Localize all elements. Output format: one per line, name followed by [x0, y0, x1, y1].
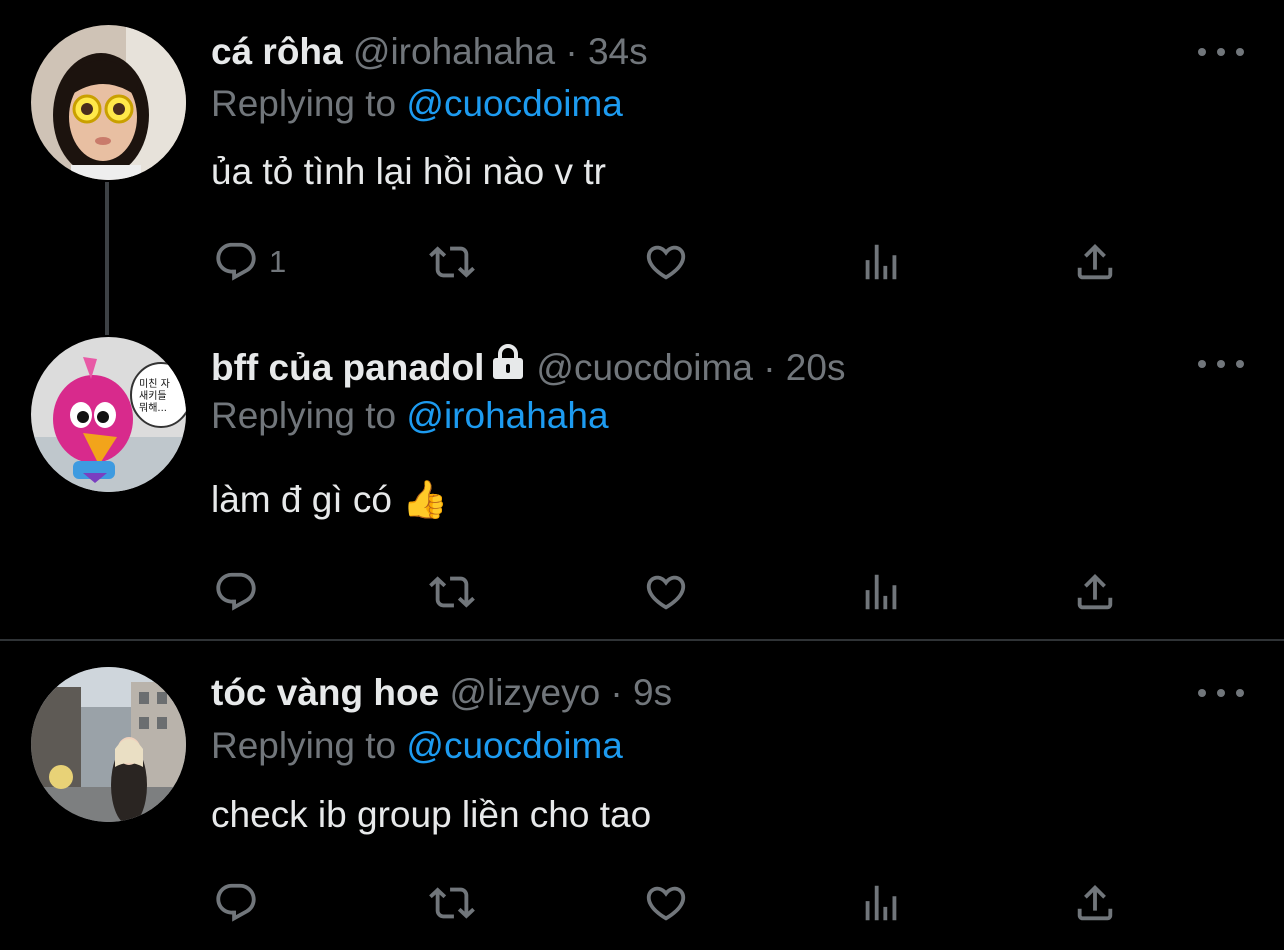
like-button[interactable] [643, 237, 689, 287]
like-button[interactable] [643, 878, 689, 928]
display-name[interactable]: tóc vàng hoe [211, 672, 439, 713]
tweet-header: cá rôha @irohahaha · 34s [211, 30, 648, 74]
tweet-header: bff của panadol @cuocdoima · 20s [211, 343, 846, 394]
analytics-button[interactable] [858, 567, 904, 617]
share-button[interactable] [1072, 567, 1118, 617]
more-icon[interactable] [1198, 354, 1244, 374]
svg-text:새키들: 새키들 [139, 390, 167, 402]
separator-dot: · [763, 347, 776, 388]
timestamp[interactable]: 34s [588, 31, 648, 72]
tweet-text: làm đ gì có 👍 [211, 479, 449, 520]
analytics-icon [858, 569, 904, 615]
retweet-button[interactable] [429, 237, 475, 287]
tweet-text: check ib group liền cho tao [211, 794, 652, 835]
analytics-button[interactable] [858, 237, 904, 287]
replying-to-label: Replying to [211, 83, 397, 124]
user-handle[interactable]: @lizyeyo [449, 672, 600, 713]
share-button[interactable] [1072, 237, 1118, 287]
lock-icon [490, 343, 526, 391]
share-icon [1072, 569, 1118, 615]
display-name[interactable]: bff của panadol [211, 347, 484, 388]
reply-button[interactable] [213, 567, 259, 617]
replying-to-label: Replying to [211, 395, 397, 436]
reply-icon [213, 239, 259, 285]
analytics-icon [858, 239, 904, 285]
tweet-actions [0, 878, 1284, 928]
avatar[interactable] [31, 25, 186, 180]
display-name[interactable]: cá rôha [211, 31, 343, 72]
avatar[interactable]: 미친 자 새키들 뭐해... [31, 337, 186, 492]
retweet-button[interactable] [429, 878, 475, 928]
like-icon [643, 880, 689, 926]
analytics-button[interactable] [858, 878, 904, 928]
reply-icon [213, 569, 259, 615]
replying-to: Replying to @cuocdoima [211, 82, 623, 126]
tweet[interactable]: cá rôha @irohahaha · 34s Replying to @cu… [0, 0, 1284, 320]
tweet-actions: 1 [0, 237, 1284, 287]
replying-to-label: Replying to [211, 725, 397, 766]
replying-to-link[interactable]: @cuocdoima [406, 725, 623, 766]
tweet-actions [0, 567, 1284, 617]
svg-text:미친 자: 미친 자 [139, 378, 170, 390]
user-handle[interactable]: @irohahaha [353, 31, 555, 72]
timestamp[interactable]: 9s [633, 672, 672, 713]
like-icon [643, 239, 689, 285]
more-icon[interactable] [1198, 42, 1244, 62]
svg-text:뭐해...: 뭐해... [139, 401, 167, 414]
separator-dot: · [565, 31, 578, 72]
more-icon[interactable] [1198, 683, 1244, 703]
tweet-header: tóc vàng hoe @lizyeyo · 9s [211, 671, 672, 715]
like-button[interactable] [643, 567, 689, 617]
reply-button[interactable] [213, 878, 259, 928]
tweet[interactable]: tóc vàng hoe @lizyeyo · 9s Replying to @… [0, 641, 1284, 950]
retweet-icon [429, 880, 475, 926]
retweet-icon [429, 239, 475, 285]
share-button[interactable] [1072, 878, 1118, 928]
share-icon [1072, 239, 1118, 285]
analytics-icon [858, 880, 904, 926]
replying-to: Replying to @irohahaha [211, 394, 609, 438]
like-icon [643, 569, 689, 615]
share-icon [1072, 880, 1118, 926]
replying-to: Replying to @cuocdoima [211, 724, 623, 768]
reply-button[interactable]: 1 [213, 237, 286, 287]
reply-count: 1 [269, 244, 287, 279]
reply-icon [213, 880, 259, 926]
user-handle[interactable]: @cuocdoima [536, 347, 753, 388]
timestamp[interactable]: 20s [786, 347, 846, 388]
replying-to-link[interactable]: @cuocdoima [406, 83, 623, 124]
retweet-button[interactable] [429, 567, 475, 617]
tweet-text: ủa tỏ tình lại hồi nào v tr [211, 151, 606, 192]
tweet[interactable]: 미친 자 새키들 뭐해... bff của panadol @cuocdoima… [0, 320, 1284, 640]
retweet-icon [429, 569, 475, 615]
avatar[interactable] [31, 667, 186, 822]
replying-to-link[interactable]: @irohahaha [406, 395, 608, 436]
separator-dot: · [610, 672, 623, 713]
